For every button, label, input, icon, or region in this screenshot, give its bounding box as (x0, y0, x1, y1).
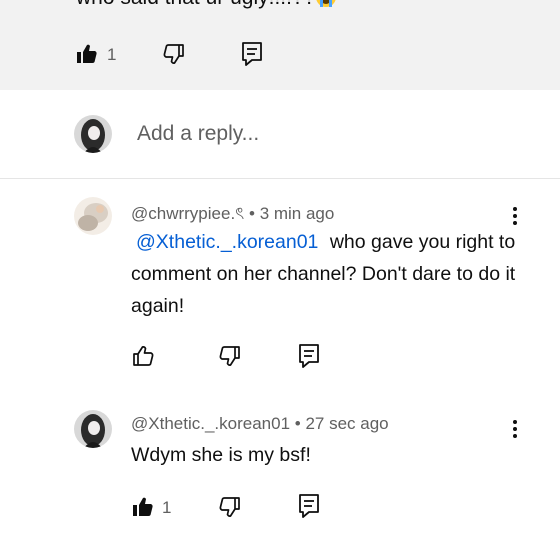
reply-dislike-button-1[interactable] (218, 344, 242, 368)
divider (0, 178, 560, 179)
add-reply-input[interactable]: Add a reply... (137, 122, 259, 146)
parent-dislike-button[interactable] (162, 42, 186, 66)
reply-avatar-2[interactable] (74, 410, 112, 448)
current-user-avatar (74, 115, 112, 153)
reply-author-2[interactable]: @Xthetic._.korean01 (131, 414, 290, 433)
reply-like-count-2: 1 (162, 498, 172, 517)
like-outline-icon (133, 346, 154, 366)
reply-meta-2: @Xthetic._.korean01 • 27 sec ago (131, 414, 389, 434)
reply-like-button-1[interactable] (131, 344, 155, 368)
reply-icon (242, 42, 262, 66)
reply-body-2: Wdym she is my bsf! (131, 444, 311, 466)
parent-comment-text: who said that ur ugly!!!!?? (76, 0, 337, 10)
parent-like-button[interactable] (75, 42, 99, 66)
parent-comment-body: who said that ur ugly!!!!?? (76, 0, 315, 9)
reply-body-1: @Xthetic._.korean01 who gave you right t… (131, 226, 521, 322)
more-vert-icon (513, 207, 517, 225)
reply-reply-button-2[interactable] (297, 493, 321, 519)
like-filled-icon (133, 497, 153, 516)
reply-more-button-2[interactable] (512, 419, 518, 439)
reply-reply-button-1[interactable] (297, 343, 321, 369)
reply-time-1: 3 min ago (259, 204, 335, 223)
like-filled-icon (77, 44, 97, 63)
meta-separator: • (294, 414, 301, 433)
parent-reply-button[interactable] (240, 41, 264, 67)
reply-like-button-2[interactable] (131, 495, 155, 519)
reply-icon (299, 494, 319, 518)
dislike-icon (219, 497, 240, 517)
reply-time-2: 27 sec ago (305, 414, 389, 433)
reply-avatar-1[interactable] (74, 197, 112, 235)
reply-mention-link[interactable]: @Xthetic._.korean01 (136, 231, 318, 253)
dislike-icon (163, 44, 184, 64)
crying-emoji (315, 0, 337, 8)
reply-more-button-1[interactable] (512, 206, 518, 226)
parent-like-count: 1 (107, 45, 117, 64)
dislike-icon (219, 346, 240, 366)
reply-author-1[interactable]: @chwrrypiee.ৎ (131, 204, 244, 223)
reply-dislike-button-2[interactable] (218, 495, 242, 519)
more-vert-icon (513, 420, 517, 438)
reply-meta-1: @chwrrypiee.ৎ • 3 min ago (131, 201, 334, 229)
reply-icon (299, 344, 319, 368)
meta-separator: • (249, 204, 255, 223)
